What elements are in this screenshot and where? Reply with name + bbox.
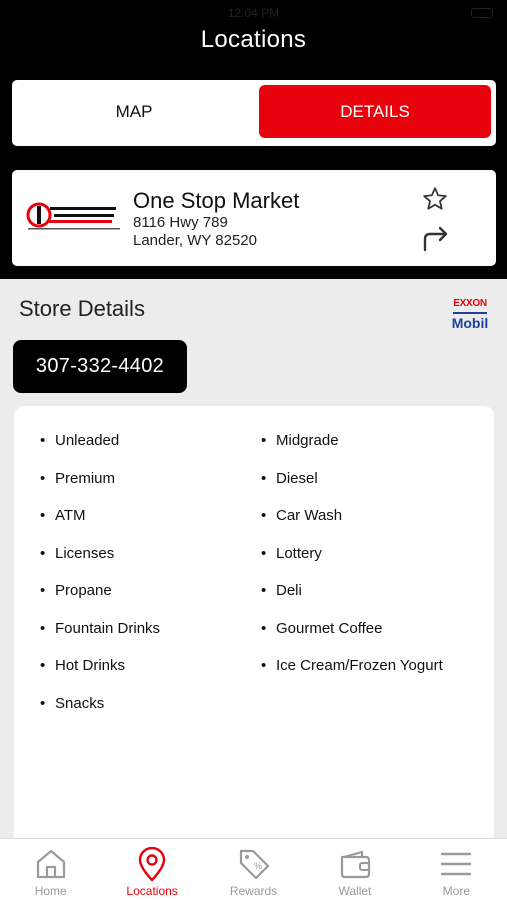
home-icon	[36, 849, 65, 879]
amenity-item: Licenses	[40, 545, 160, 583]
tab-label: More	[442, 884, 470, 898]
menu-icon	[441, 852, 472, 876]
tab-home[interactable]: Home	[0, 839, 101, 900]
page-title: Locations	[200, 26, 307, 53]
tab-rewards[interactable]: % Rewards	[203, 839, 304, 900]
amenities-right-list: Midgrade Diesel Car Wash Lottery Deli Go…	[261, 432, 443, 695]
store-details-title: Store Details	[19, 296, 145, 321]
map-tab-button[interactable]: MAP	[15, 85, 253, 138]
store-address-line1: 8116 Hwy 789	[133, 214, 228, 231]
amenity-item: Premium	[40, 470, 160, 508]
amenity-item: Diesel	[261, 470, 443, 508]
store-card: One Stop Market 8116 Hwy 789 Lander, WY …	[12, 170, 496, 266]
battery-icon	[471, 8, 493, 18]
amenities-left-list: Unleaded Premium ATM Licenses Propane Fo…	[40, 432, 160, 732]
phone-button[interactable]: 307-332-4402	[13, 340, 187, 393]
amenity-item: Snacks	[40, 695, 160, 733]
status-bar: 12:04 PM	[0, 0, 507, 26]
bottom-tab-bar: Home Locations % Rewards Wallet More	[0, 838, 507, 900]
tab-label: Rewards	[229, 884, 278, 898]
amenity-item: Ice Cream/Frozen Yogurt	[261, 657, 443, 695]
rewards-tag-icon: %	[239, 849, 269, 880]
favorite-star-icon[interactable]	[422, 186, 448, 212]
tab-label: Home	[34, 884, 67, 898]
amenity-item: Gourmet Coffee	[261, 620, 443, 658]
amenity-item: Deli	[261, 582, 443, 620]
amenity-item: Midgrade	[261, 432, 443, 470]
location-pin-icon	[138, 847, 166, 882]
tab-label: Wallet	[338, 884, 372, 898]
status-time: 12:04 PM	[227, 6, 280, 20]
directions-arrow-icon[interactable]	[420, 222, 452, 254]
amenities-card: Unleaded Premium ATM Licenses Propane Fo…	[14, 406, 494, 846]
svg-text:%: %	[254, 861, 262, 871]
view-segmented-control: MAP DETAILS	[12, 80, 496, 146]
exxon-mobil-logo: EXXON Mobil	[451, 298, 489, 331]
amenity-item: Car Wash	[261, 507, 443, 545]
store-logo	[26, 202, 120, 230]
tab-wallet[interactable]: Wallet	[304, 839, 405, 900]
tab-locations[interactable]: Locations	[101, 839, 202, 900]
wallet-icon	[340, 850, 371, 879]
amenity-item: Propane	[40, 582, 160, 620]
tab-more[interactable]: More	[406, 839, 507, 900]
store-name: One Stop Market	[133, 188, 300, 213]
details-tab-button[interactable]: DETAILS	[259, 85, 491, 138]
tab-label: Locations	[126, 884, 178, 898]
header-area: 12:04 PM Locations MAP DETAILS One Stop …	[0, 0, 507, 279]
amenity-item: Unleaded	[40, 432, 160, 470]
amenity-item: Fountain Drinks	[40, 620, 160, 658]
amenity-item: Hot Drinks	[40, 657, 160, 695]
amenity-item: Lottery	[261, 545, 443, 583]
amenity-item: ATM	[40, 507, 160, 545]
store-address-line2: Lander, WY 82520	[133, 232, 257, 249]
